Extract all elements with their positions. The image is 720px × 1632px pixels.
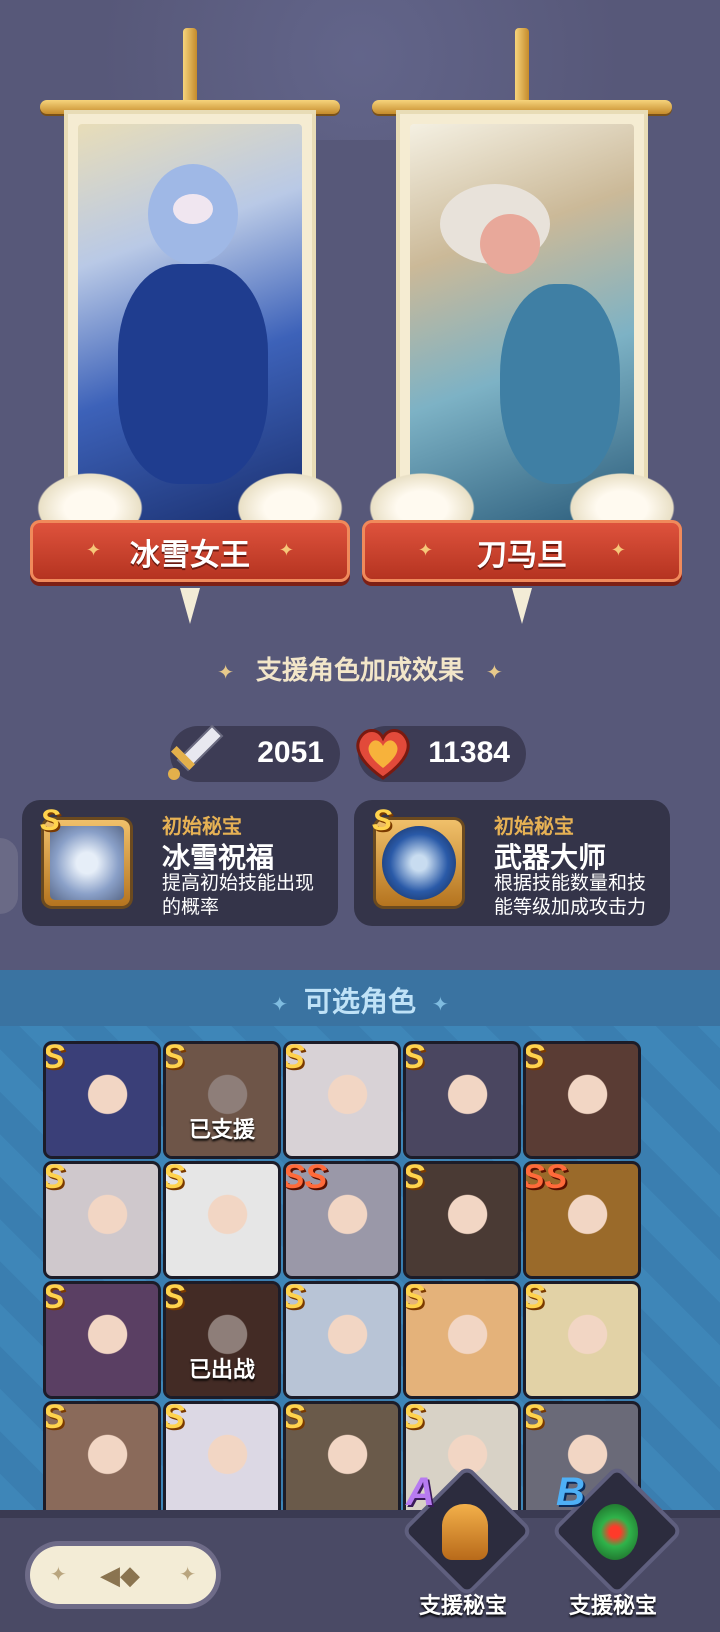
grade-badge: S [46, 1284, 65, 1317]
hero-cell[interactable]: S [286, 1404, 398, 1516]
hero-status: 已支援 [188, 1117, 255, 1142]
slot-letter: A [406, 1470, 435, 1514]
treasure-desc: 根据技能数量和技能等级加成攻击力 [494, 873, 647, 918]
grade-badge: S [406, 1284, 425, 1317]
grade-badge: S [166, 1164, 185, 1197]
hero-cell[interactable]: S [46, 1044, 158, 1156]
eye-orb-icon [592, 1504, 638, 1560]
selectable-title: ✦ 可选角色 ✦ [0, 980, 720, 1020]
ornament-icon: ✦ [271, 994, 288, 1016]
hero-cell[interactable]: S [286, 1284, 398, 1396]
hero-cell[interactable]: S [406, 1284, 518, 1396]
hero-cell[interactable]: S [286, 1044, 398, 1156]
grade-badge: S [406, 1044, 425, 1077]
sparkle-icon: ✦ [50, 1564, 67, 1586]
grade-badge: S [46, 1044, 65, 1077]
hero-cell[interactable]: S [526, 1044, 638, 1156]
grade-badge: S [286, 1284, 305, 1317]
grade-badge: S [526, 1044, 545, 1077]
hero-portrait [410, 124, 634, 524]
treasure-card-2[interactable]: S 初始秘宝 武器大师 根据技能数量和技能等级加成攻击力 [354, 800, 670, 926]
grade-badge: S [372, 804, 393, 837]
banner-rod [40, 100, 340, 114]
treasure-kind: 初始秘宝 [162, 816, 242, 838]
ornament-icon: ✦ [486, 662, 503, 684]
hero-name: 刀马旦 [477, 539, 567, 572]
treasure-kind: 初始秘宝 [494, 816, 574, 838]
grade-badge: S [166, 1284, 185, 1317]
grade-badge: SS [286, 1164, 328, 1196]
grade-badge: SS [526, 1164, 568, 1196]
grade-badge: S [406, 1404, 425, 1437]
grade-badge: S [526, 1284, 545, 1317]
back-button[interactable]: ✦ ◀◆ ✦ [30, 1546, 216, 1604]
grade-badge: S [286, 1044, 305, 1077]
hero-cell[interactable]: SS [286, 1164, 398, 1276]
name-ribbon: ✦ ✦ 冰雪女王 [30, 520, 350, 624]
sparkle-icon: ✦ [179, 1564, 196, 1586]
attack-value: 2051 [257, 736, 324, 769]
hero-cell[interactable]: S [166, 1404, 278, 1516]
treasure-desc: 提高初始技能出现的概率 [162, 873, 315, 918]
hero-name: 冰雪女王 [130, 539, 250, 572]
back-arrow-icon: ◀◆ [100, 1560, 140, 1590]
treasure-card-1[interactable]: S 初始秘宝 冰雪祝福 提高初始技能出现的概率 [22, 800, 338, 926]
bonus-title-text: 支援角色加成效果 [255, 655, 464, 685]
grade-badge: S [166, 1044, 185, 1077]
ribbon-tail [512, 588, 532, 624]
muscle-icon [442, 1504, 488, 1560]
selectable-title-text: 可选角色 [303, 986, 416, 1017]
support-label: 支援秘宝 [568, 1593, 657, 1618]
hp-stat: 11384 [356, 726, 526, 782]
featured-banner-1[interactable]: ✦ ✦ 冰雪女王 [30, 28, 350, 638]
attack-stat: 2051 [168, 724, 340, 782]
hero-cell[interactable]: S [46, 1164, 158, 1276]
hero-cell[interactable]: S [406, 1164, 518, 1276]
banner-rod [372, 100, 672, 114]
ribbon-tail [180, 588, 200, 624]
grade-badge: S [40, 804, 61, 837]
support-treasure-a-button[interactable]: A 支援秘宝 [398, 1464, 534, 1626]
hero-cell[interactable]: 已支援 S [166, 1044, 278, 1156]
ornament-icon: ✦ [217, 662, 234, 684]
support-treasure-b-button[interactable]: B 支援秘宝 [548, 1464, 684, 1626]
hero-cell[interactable]: SS [526, 1164, 638, 1276]
grade-badge: S [286, 1404, 305, 1437]
hero-cell[interactable]: S [166, 1164, 278, 1276]
bonus-title: ✦ 支援角色加成效果 ✦ [0, 650, 720, 687]
hero-cell[interactable]: 已出战 S [166, 1284, 278, 1396]
grade-badge: S [46, 1164, 65, 1197]
hero-cell[interactable]: S [46, 1284, 158, 1396]
grade-badge: S [406, 1164, 425, 1197]
grade-badge: S [46, 1404, 65, 1437]
hp-value: 11384 [428, 736, 510, 769]
snowflake-icon [50, 826, 124, 900]
treasure-name: 冰雪祝福 [162, 842, 275, 873]
hero-cell[interactable]: S [526, 1284, 638, 1396]
treasure-name: 武器大师 [494, 842, 607, 873]
hero-cell[interactable]: S [46, 1404, 158, 1516]
grade-badge: S [526, 1404, 545, 1437]
weapon-icon [382, 826, 456, 900]
hero-portrait [78, 124, 302, 524]
sword-icon [168, 724, 224, 780]
name-ribbon: ✦ ✦ 刀马旦 [362, 520, 682, 624]
heart-icon [356, 729, 410, 780]
featured-banner-2[interactable]: ✦ ✦ 刀马旦 [362, 28, 682, 638]
selectable-header: ✦ 可选角色 ✦ [0, 970, 720, 1026]
ornament-icon: ✦ [432, 994, 449, 1016]
support-label: 支援秘宝 [418, 1593, 507, 1618]
hero-status: 已出战 [188, 1357, 255, 1382]
grade-badge: S [166, 1404, 185, 1437]
slot-letter: B [556, 1470, 585, 1514]
hero-cell[interactable]: S [406, 1044, 518, 1156]
side-handle[interactable] [0, 838, 18, 914]
